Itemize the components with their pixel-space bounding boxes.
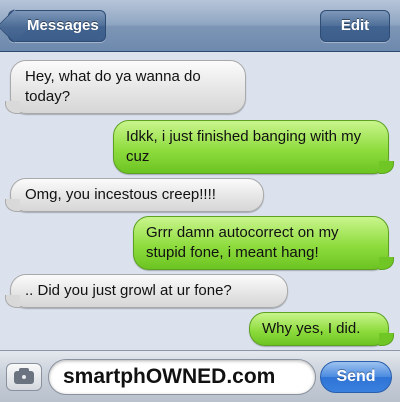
edit-button[interactable]: Edit bbox=[320, 10, 390, 42]
incoming-message-bubble[interactable]: Omg, you incestous creep!!!! bbox=[10, 178, 264, 212]
back-to-messages-button[interactable]: Messages bbox=[0, 9, 106, 43]
back-button-label: Messages bbox=[27, 17, 99, 34]
incoming-message-bubble[interactable]: Hey, what do ya wanna do today? bbox=[10, 60, 246, 114]
message-input-bar: smartphOWNED.com Send bbox=[0, 350, 400, 402]
outgoing-message-bubble[interactable]: Why yes, I did. bbox=[249, 312, 394, 346]
message-thread[interactable]: Hey, what do ya wanna do today? Idkk, i … bbox=[0, 52, 400, 348]
outgoing-message-bubble[interactable]: Idkk, i just finished banging with my cu… bbox=[113, 120, 394, 174]
send-button[interactable]: Send bbox=[320, 361, 392, 393]
message-text-field[interactable]: smartphOWNED.com bbox=[48, 359, 316, 395]
camera-icon-lens bbox=[20, 373, 28, 381]
outgoing-message-bubble[interactable]: Grrr damn autocorrect on my stupid fone,… bbox=[133, 216, 394, 270]
incoming-message-bubble[interactable]: .. Did you just growl at ur fone? bbox=[10, 274, 288, 308]
camera-button[interactable] bbox=[6, 363, 42, 391]
navigation-bar: Messages Edit bbox=[0, 0, 400, 52]
